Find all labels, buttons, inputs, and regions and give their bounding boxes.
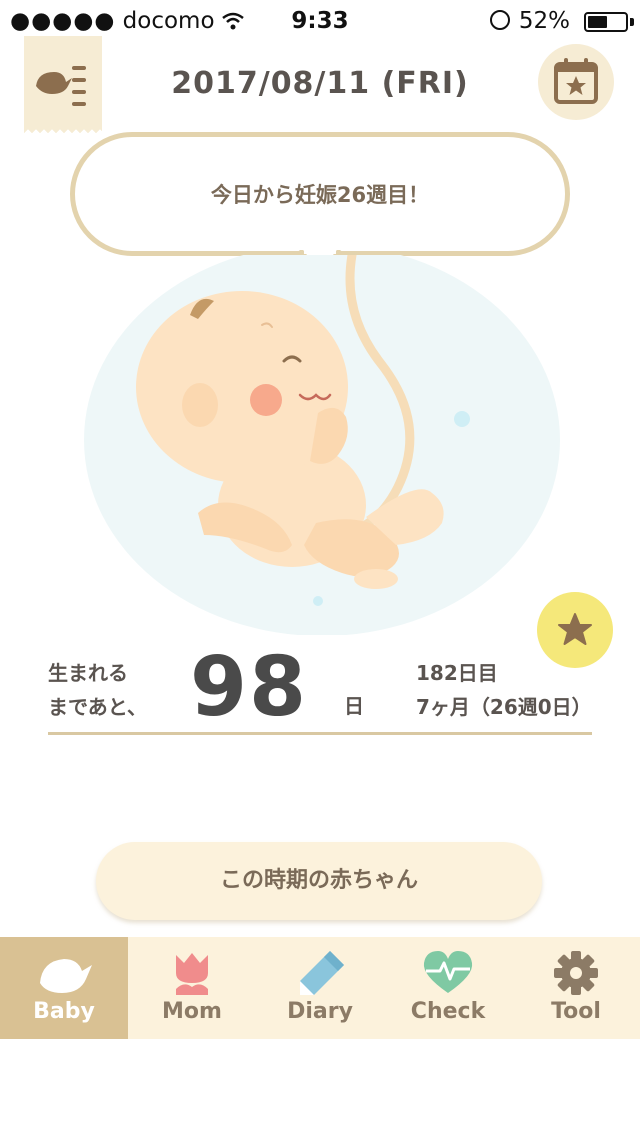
tab-bar: Baby Mom Diary Check Tool	[0, 937, 640, 1039]
tulip-icon	[176, 953, 208, 995]
countdown-label: 生まれる まであと、	[48, 656, 147, 724]
countdown-label-line1: 生まれる	[48, 661, 128, 685]
battery-tip	[630, 18, 634, 26]
gear-icon	[554, 951, 598, 995]
month-week-count: 7ヶ月（26週0日）	[416, 695, 592, 719]
baby-illustration	[84, 255, 560, 635]
baby-this-period-button[interactable]: この時期の赤ちゃん	[96, 842, 542, 920]
battery-percent: 52%	[518, 8, 570, 34]
bubble-text: 今日から妊娠26週目！	[210, 183, 430, 207]
tab-diary-label: Diary	[287, 999, 353, 1024]
tab-mom-label: Mom	[162, 999, 222, 1024]
calendar-star-icon	[554, 58, 598, 104]
tab-baby-label: Baby	[33, 999, 95, 1024]
day-count: 182日目	[416, 661, 498, 685]
battery-icon	[584, 12, 628, 32]
pregnancy-week-bubble: 今日から妊娠26週目！	[70, 132, 570, 256]
countdown-label-line2: まであと、	[48, 695, 147, 719]
rotation-lock-icon	[490, 10, 510, 30]
days-remaining: 98	[190, 640, 309, 735]
tab-check[interactable]: Check	[384, 937, 512, 1039]
tab-diary[interactable]: Diary	[256, 937, 384, 1039]
heart-pulse-icon	[423, 951, 473, 993]
baby-this-period-label: この時期の赤ちゃん	[219, 868, 418, 893]
calendar-button[interactable]	[538, 44, 614, 120]
bird-icon	[40, 959, 92, 993]
tab-baby[interactable]: Baby	[0, 937, 128, 1039]
tab-mom[interactable]: Mom	[128, 937, 256, 1039]
days-unit: 日	[344, 694, 364, 718]
pencil-icon	[300, 951, 344, 995]
tab-tool-label: Tool	[551, 999, 601, 1024]
tab-check-label: Check	[410, 999, 486, 1024]
battery-level	[588, 16, 607, 28]
pregnancy-progress-info: 182日目 7ヶ月（26週0日）	[416, 656, 592, 724]
tab-tool[interactable]: Tool	[512, 937, 640, 1039]
divider	[48, 732, 592, 735]
